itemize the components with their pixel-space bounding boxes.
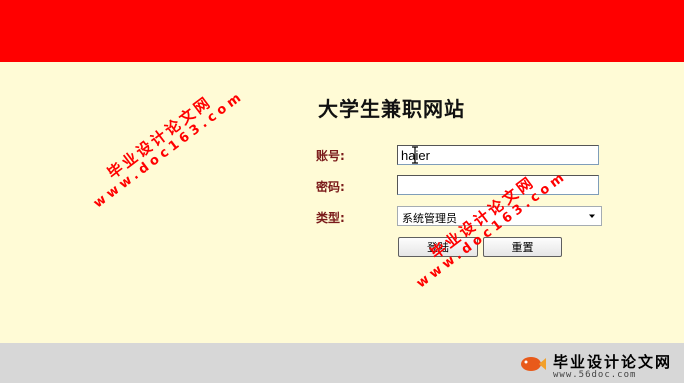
top-banner [0, 0, 684, 62]
account-input[interactable] [397, 145, 599, 165]
account-label: 账号: [316, 149, 345, 163]
chevron-down-icon[interactable] [586, 210, 598, 222]
reset-button[interactable]: 重置 [483, 237, 562, 257]
footer-logo: 毕业设计论文网 www.56doc.com [517, 351, 679, 381]
login-button[interactable]: 登陆 [398, 237, 478, 257]
password-label: 密码: [316, 180, 345, 194]
footer-logo-url: www.56doc.com [553, 370, 637, 380]
footer-logo-text: 毕业设计论文网 [553, 353, 673, 371]
fish-logo-icon [521, 357, 546, 371]
user-type-select[interactable]: 系统管理员 [397, 206, 602, 226]
page-title: 大学生兼职网站 [318, 97, 465, 121]
password-input[interactable] [397, 175, 599, 195]
type-label: 类型: [316, 211, 345, 225]
user-type-selected-value: 系统管理员 [402, 212, 457, 225]
